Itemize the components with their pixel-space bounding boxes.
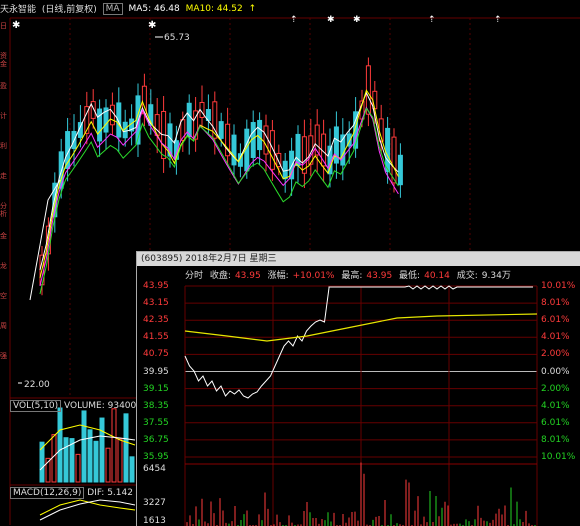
chart-toolbar: 天永智能 (日线,前复权) MA MA5: 46.48 MA10: 44.52 … [0,2,300,16]
volume-bar [117,438,123,483]
percent-tick-7: 4.01% [541,400,570,411]
candle-body [397,154,403,186]
volume-bar [93,440,99,483]
price-tick-4: 40.75 [143,349,169,360]
percent-tick-3: 4.01% [541,332,570,343]
side-tab-7[interactable]: 金 [0,232,9,240]
volume-bar [111,408,117,483]
volume-bar [75,453,81,483]
price-tick-9: 36.75 [143,434,169,445]
left-side-rail: 日资金盈计利走分析金龙空周强 [0,18,10,398]
price-tick-10: 35.95 [143,452,169,462]
price-tick-6: 39.15 [143,383,169,394]
price-tick-1: 43.15 [143,298,169,309]
candle-body [372,90,378,110]
volume-bar [105,447,111,483]
side-tab-11[interactable]: 强 [0,352,9,360]
low-price-annotation: 22.00 [24,380,50,390]
percent-tick-9: 8.01% [541,434,570,445]
event-marker: ⇡ [494,15,502,25]
candle-body [97,108,103,142]
side-tab-4[interactable]: 利 [0,142,9,150]
price-tick-7: 38.35 [143,400,169,411]
volume-bar [57,407,63,483]
side-tab-10[interactable]: 周 [0,322,9,330]
percent-tick-0: 10.01% [541,281,576,291]
volume-bar [99,417,105,483]
candle-body [385,127,391,173]
candle-body [365,65,371,115]
percent-tick-5: 0.00% [541,366,570,377]
volume-bar [63,437,69,483]
side-tab-9[interactable]: 空 [0,292,9,300]
percent-tick-10: 10.01% [541,452,576,462]
candle-body [231,134,237,166]
volume-indicator-label[interactable]: VOL(5,10) [10,400,62,412]
high-price-annotation: 65.73 [164,33,190,43]
side-tab-0[interactable]: 日 [0,22,9,30]
event-marker: ✱ [327,15,335,25]
event-marker: ✱ [12,20,20,31]
candle-body [109,104,115,126]
candle-body [186,102,192,138]
event-marker: ⇡ [290,15,298,25]
macd-dif-value: DIF: 5.142 [87,488,133,498]
event-marker: ✱ [353,15,361,25]
intraday-volume-bars [186,462,536,526]
side-tab-1[interactable]: 资金 [0,52,9,68]
volume-tick-1: 3227 [143,498,166,508]
price-tick-5: 39.95 [143,366,169,377]
volume-bar [123,413,129,483]
volume-bar [81,410,87,483]
side-tab-6[interactable]: 分析 [0,202,9,218]
candle-body [263,125,269,155]
percent-tick-4: 2.00% [541,349,570,360]
price-tick-8: 37.55 [143,417,169,428]
macd-dif-line [39,499,136,521]
ma5-value: MA5: 46.48 [128,3,180,14]
side-tab-2[interactable]: 盈 [0,82,9,90]
event-marker: ⇡ [428,15,436,25]
side-tab-5[interactable]: 走 [0,172,9,180]
volume-bar [129,456,135,483]
candle-body [218,121,224,139]
ma-line-0 [39,91,399,271]
percent-tick-2: 6.01% [541,315,570,326]
period-label: (日线,前复权) [41,5,97,15]
macd-lines [39,499,136,521]
ma-toggle-button[interactable]: MA [102,2,123,15]
candle-body [257,119,263,151]
percent-tick-6: 2.00% [541,383,570,394]
intraday-chart[interactable] [137,252,580,526]
percent-tick-8: 6.01% [541,417,570,428]
ma10-value: MA10: 44.52 [185,3,243,14]
volume-bars [39,407,136,483]
stock-name: 天永智能 [0,5,37,15]
price-tick-2: 42.35 [143,315,169,326]
event-marker: ✱ [148,20,156,31]
volume-value: VOLUME: 93400 [64,401,137,411]
ma10-arrow-icon: ↑ [248,3,257,14]
volume-tick-0: 6454 [143,464,166,474]
side-tab-8[interactable]: 龙 [0,262,9,270]
volume-pane-header: VOL(5,10) VOLUME: 93400 [10,400,137,412]
price-tick-0: 43.95 [143,281,169,291]
price-tick-3: 41.55 [143,332,169,343]
macd-pane-header: MACD(12,26,9) DIF: 5.142 [10,487,133,499]
intraday-popup-window[interactable]: (603895) 2018年2月7日 星期三 分时 收盘: 43.95 涨幅: +1… [136,251,580,526]
volume-bar [51,434,57,483]
side-tab-3[interactable]: 计 [0,112,9,120]
percent-tick-1: 8.01% [541,298,570,309]
macd-indicator-label[interactable]: MACD(12,26,9) [10,487,85,499]
